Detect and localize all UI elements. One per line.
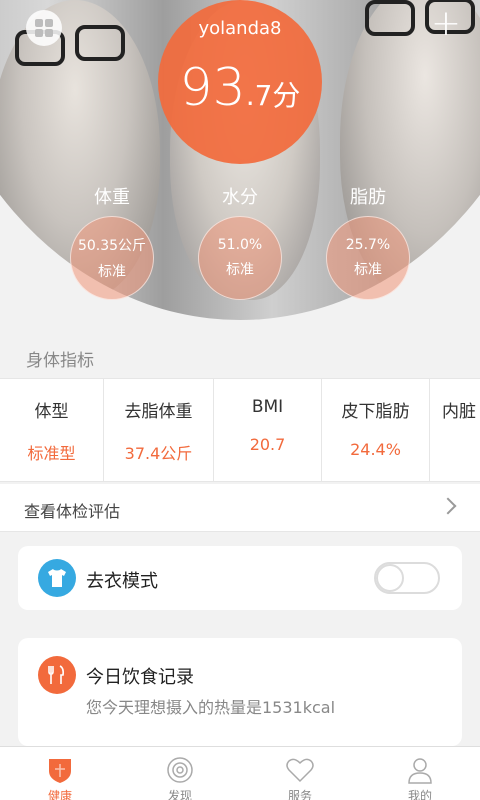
score-fraction: .7分 xyxy=(245,79,301,112)
metric-value: 25.7% xyxy=(345,237,391,253)
chevron-right-icon xyxy=(439,497,457,515)
metric-fat[interactable]: 脂肪 25.7% 标准 xyxy=(320,184,416,300)
shirt-icon xyxy=(38,559,76,597)
index-value: 20.7 xyxy=(249,435,286,454)
plus-icon[interactable]: + xyxy=(430,6,462,42)
metric-ring: 50.35公斤 标准 xyxy=(70,216,154,300)
index-item-lean-mass[interactable]: 去脂体重 37.4公斤 xyxy=(104,379,214,481)
grid-icon[interactable] xyxy=(26,10,62,46)
tab-label: 服务 xyxy=(287,789,312,800)
index-item-subcutaneous-fat[interactable]: 皮下脂肪 24.4% xyxy=(322,379,430,481)
tab-label: 发现 xyxy=(167,789,192,800)
index-value: 37.4公斤 xyxy=(124,444,193,463)
utensils-icon xyxy=(38,656,76,694)
toggle-knob xyxy=(376,564,404,592)
tab-health[interactable]: 健康 xyxy=(0,747,120,800)
index-name: 皮下脂肪 xyxy=(341,402,410,422)
index-name: BMI xyxy=(251,397,284,417)
tab-service[interactable]: 服务 xyxy=(240,747,360,800)
metric-label: 体重 xyxy=(94,187,130,208)
shield-icon xyxy=(45,755,75,785)
metric-value: 51.0% xyxy=(217,237,263,253)
glasses-right xyxy=(75,25,125,61)
diet-record-subtitle: 您今天理想摄入的热量是1531kcal xyxy=(86,698,336,717)
bottom-tab-bar: 健康 发现 服务 我的 xyxy=(0,746,480,800)
tab-mine[interactable]: 我的 xyxy=(360,747,480,800)
index-value: 24.4% xyxy=(350,440,401,459)
metric-value: 50.35公斤 xyxy=(77,238,147,254)
body-index-strip[interactable]: 体型 标准型 去脂体重 37.4公斤 BMI 20.7 皮下脂肪 24.4% 内… xyxy=(0,378,480,482)
metric-status: 标准 xyxy=(226,262,254,278)
undress-mode-card: 去衣模式 xyxy=(18,546,462,610)
assessment-label: 查看体检评估 xyxy=(24,502,121,521)
heart-icon xyxy=(285,755,315,785)
diet-record-title: 今日饮食记录 xyxy=(86,667,194,688)
diet-record-card[interactable]: 今日饮食记录 您今天理想摄入的热量是1531kcal xyxy=(18,638,462,746)
target-icon xyxy=(165,755,195,785)
hero-header: + yolanda8 93.7分 体重 50.35公斤 标准 水分 51.0% … xyxy=(0,0,480,330)
metric-status: 标准 xyxy=(354,262,382,278)
section-title-body-index: 身体指标 xyxy=(26,351,94,371)
glasses-left-2 xyxy=(365,0,415,36)
metric-water[interactable]: 水分 51.0% 标准 xyxy=(192,184,288,300)
index-name: 去脂体重 xyxy=(124,402,193,422)
username: yolanda8 xyxy=(198,18,282,39)
metric-label: 水分 xyxy=(222,187,258,208)
index-name: 内脏 xyxy=(442,402,476,422)
index-item-visceral[interactable]: 内脏 xyxy=(430,379,480,481)
index-name: 体型 xyxy=(34,402,69,422)
tab-label: 健康 xyxy=(47,789,72,800)
metric-ring: 51.0% 标准 xyxy=(198,216,282,300)
index-item-bmi[interactable]: BMI 20.7 xyxy=(214,379,322,481)
score-integer: 93 xyxy=(179,58,246,118)
undress-mode-toggle[interactable] xyxy=(374,562,440,594)
tab-discover[interactable]: 发现 xyxy=(120,747,240,800)
undress-mode-title: 去衣模式 xyxy=(86,571,158,592)
metric-ring: 25.7% 标准 xyxy=(326,216,410,300)
metric-weight[interactable]: 体重 50.35公斤 标准 xyxy=(64,184,160,300)
index-value: 标准型 xyxy=(27,444,76,463)
metric-status: 标准 xyxy=(98,264,126,280)
assessment-link[interactable]: 查看体检评估 xyxy=(0,484,480,532)
metric-label: 脂肪 xyxy=(350,187,386,208)
index-item-body-type[interactable]: 体型 标准型 xyxy=(0,379,104,481)
health-score: 93.7分 xyxy=(158,58,322,118)
tab-label: 我的 xyxy=(407,789,432,800)
person-icon xyxy=(405,755,435,785)
